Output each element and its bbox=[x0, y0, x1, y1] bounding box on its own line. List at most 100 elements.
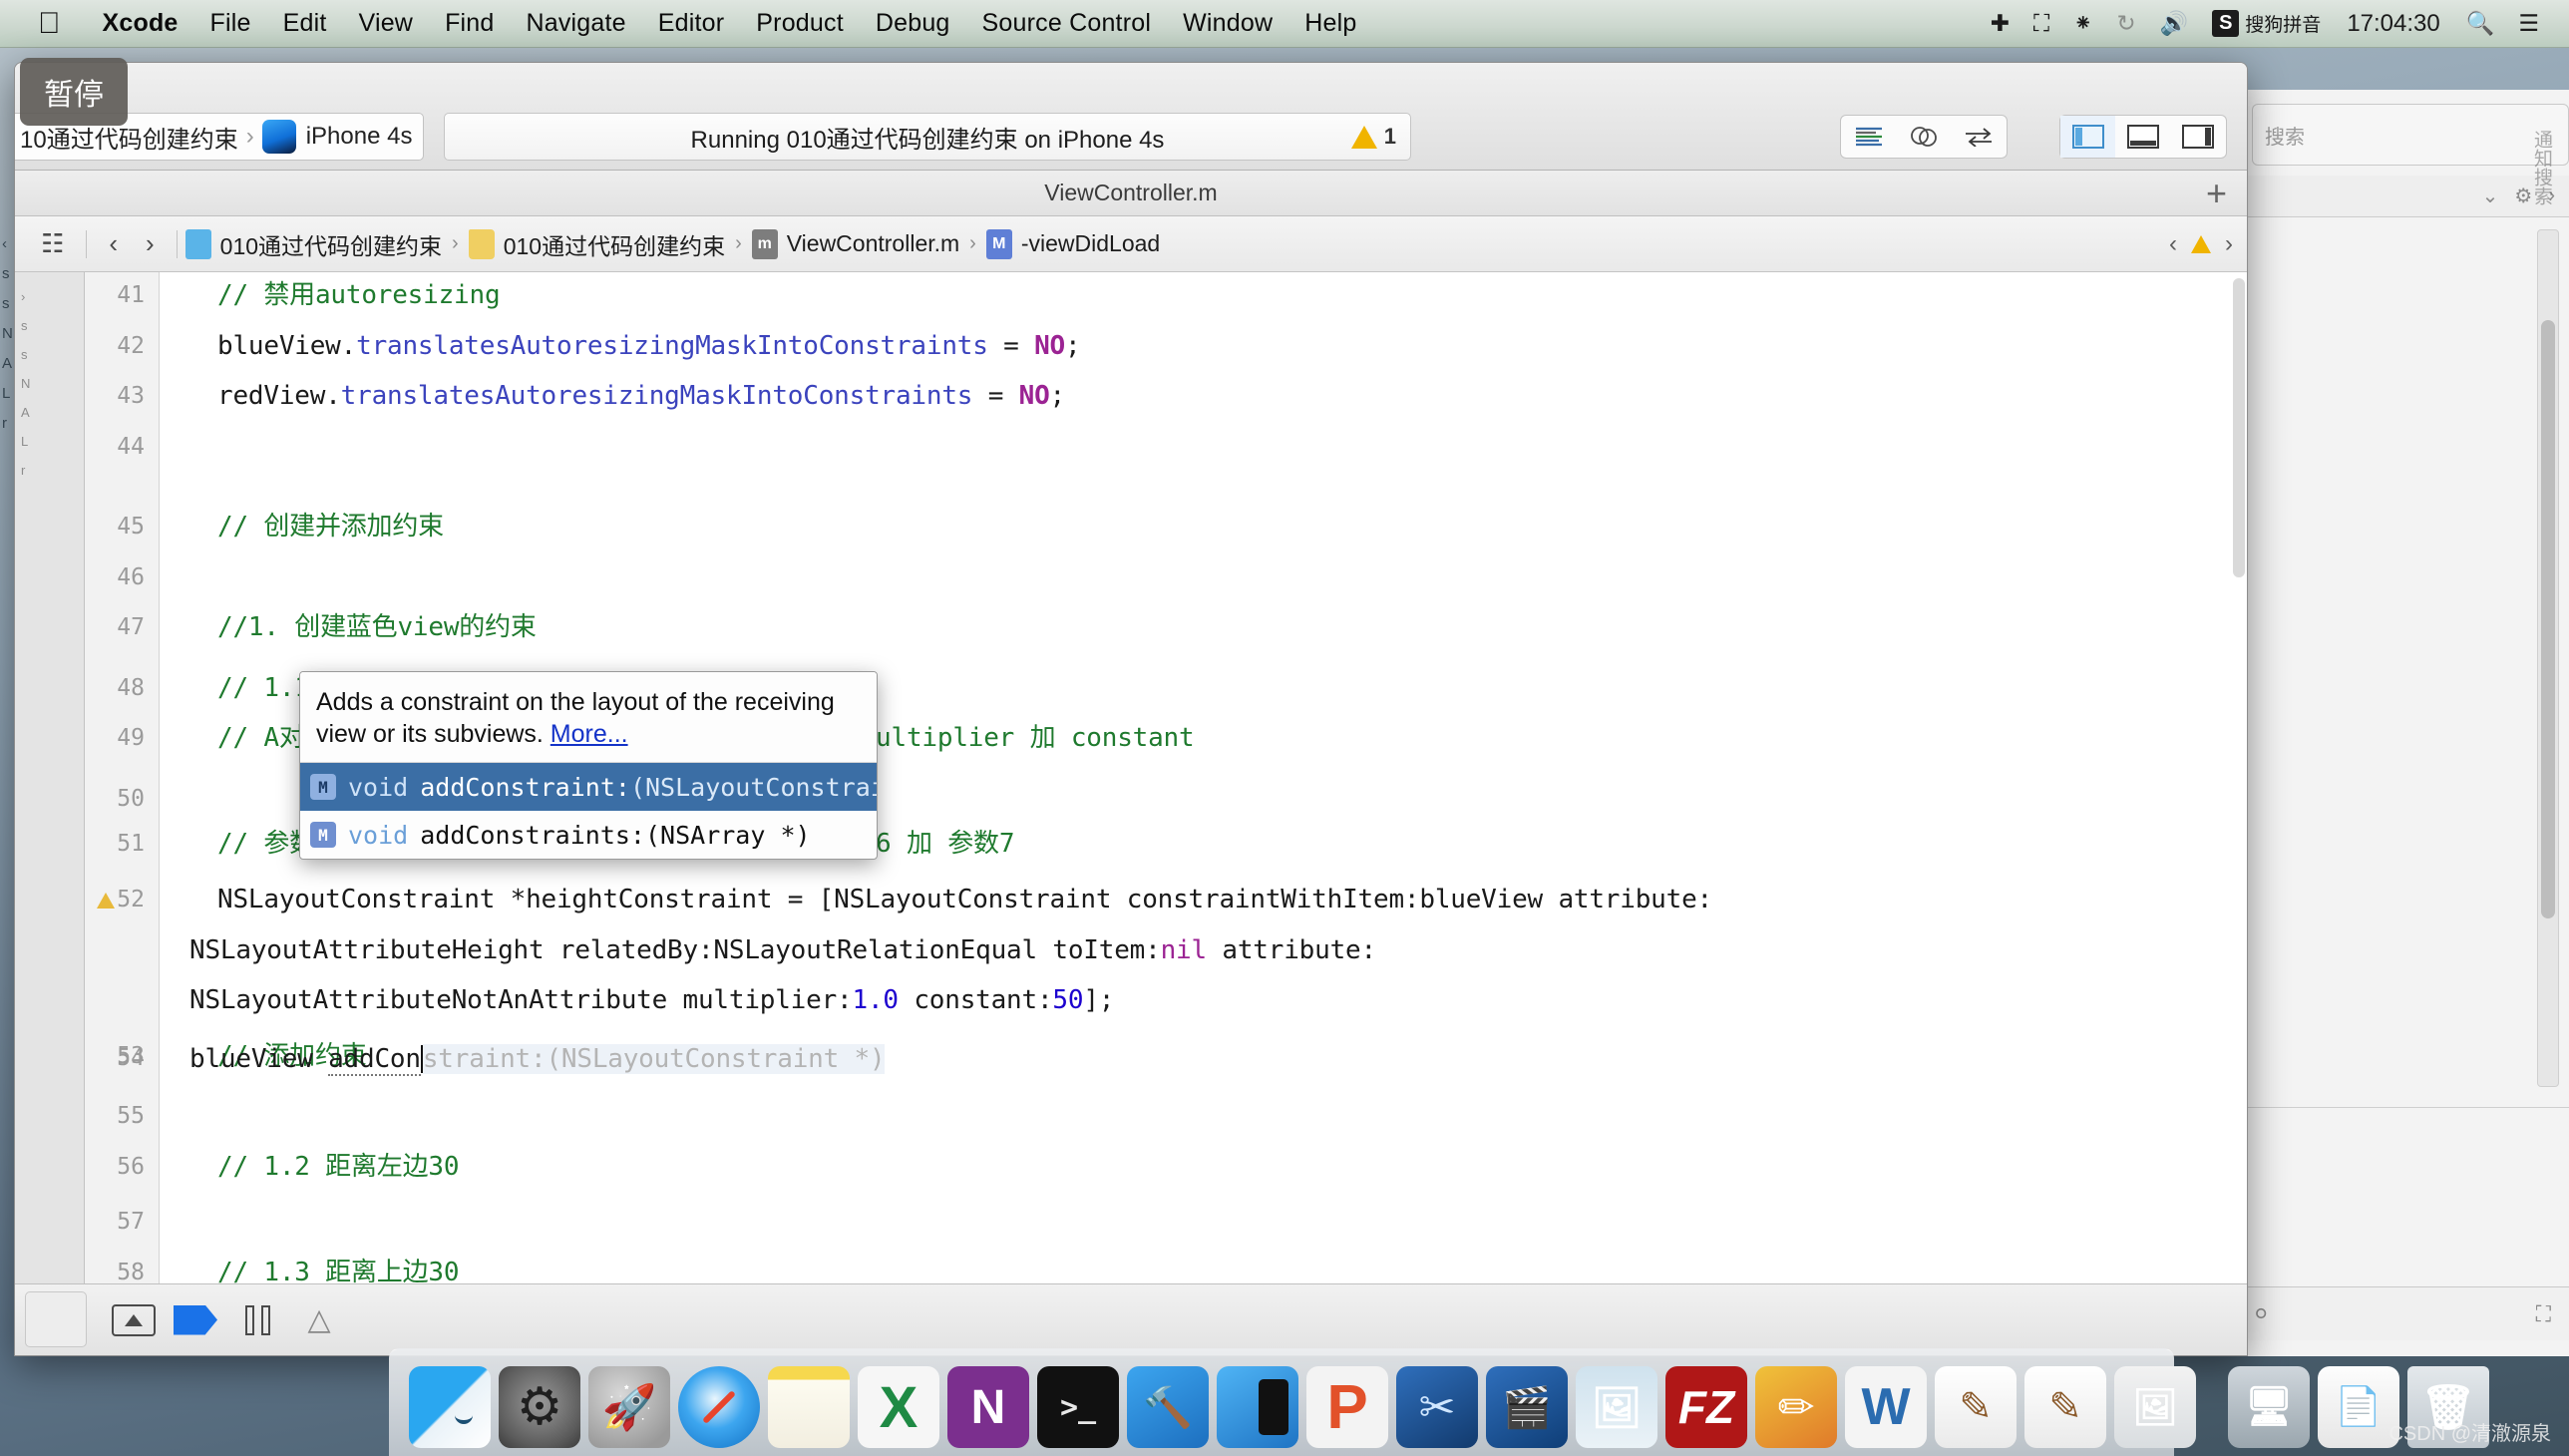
dock-notes[interactable] bbox=[768, 1366, 850, 1448]
code-line[interactable]: NSLayoutAttributeNotAnAttribute multipli… bbox=[189, 987, 1114, 1013]
toggle-utilities-button[interactable] bbox=[2171, 116, 2226, 158]
dock-snipping[interactable] bbox=[1396, 1366, 1478, 1448]
autocomplete-row-1[interactable]: M void addConstraints: (NSArray *) bbox=[300, 811, 877, 859]
breadcrumb-item-project[interactable]: 010通过代码创建约束 › bbox=[184, 227, 469, 261]
assistant-editor-button[interactable] bbox=[1896, 116, 1951, 158]
chevron-down-icon[interactable]: ⌄ bbox=[2482, 183, 2499, 208]
dock-launchpad[interactable] bbox=[588, 1366, 670, 1448]
code-line[interactable]: // 1.3 距离上边30 bbox=[217, 1260, 459, 1283]
background-window-searchbar[interactable]: 搜索 bbox=[2252, 104, 2569, 166]
menu-item-file[interactable]: File bbox=[194, 9, 267, 38]
menu-item-product[interactable]: Product bbox=[740, 9, 860, 38]
airplay-icon[interactable]: ⁕ bbox=[2061, 10, 2104, 37]
step-continue-button[interactable] bbox=[165, 1296, 226, 1344]
dock-filezilla[interactable]: FZ bbox=[1665, 1366, 1747, 1448]
volume-icon[interactable]: 🔊 bbox=[2148, 10, 2201, 37]
code-line[interactable]: // 1.2 距离左边30 bbox=[217, 1154, 459, 1180]
notification-center-icon[interactable]: ☰ bbox=[2506, 10, 2569, 37]
apple-icon[interactable]:  bbox=[38, 8, 61, 39]
scrollbar-thumb[interactable] bbox=[2541, 320, 2555, 918]
toggle-navigator-button[interactable] bbox=[2060, 116, 2116, 158]
code-line[interactable]: //1. 创建蓝色view的约束 bbox=[217, 614, 537, 640]
toggle-debug-area-button[interactable] bbox=[2115, 116, 2170, 158]
breadcrumb-item-method[interactable]: M -viewDidLoad bbox=[985, 228, 1160, 259]
autocomplete-popup[interactable]: Adds a constraint on the layout of the r… bbox=[299, 671, 878, 860]
code-line[interactable]: // 创建并添加约束 bbox=[217, 514, 444, 540]
gutter-warning-icon[interactable] bbox=[97, 893, 115, 909]
pause-button[interactable] bbox=[226, 1296, 288, 1344]
related-items-icon[interactable]: ☷ bbox=[27, 228, 78, 259]
menu-item-help[interactable]: Help bbox=[1288, 9, 1372, 38]
menu-item-view[interactable]: View bbox=[343, 9, 430, 38]
dock-pages-1[interactable] bbox=[1935, 1366, 2017, 1448]
menu-item-find[interactable]: Find bbox=[429, 9, 510, 38]
navigate-forward-button[interactable]: › bbox=[132, 228, 169, 259]
dock-icon-glyph: X bbox=[879, 1374, 918, 1440]
expand-icon[interactable]: ⛶ bbox=[2536, 1301, 2551, 1327]
menu-item-xcode[interactable]: Xcode bbox=[87, 9, 194, 38]
background-window-scrollbar[interactable] bbox=[2537, 229, 2559, 1087]
dock-system-preferences[interactable] bbox=[499, 1366, 580, 1448]
version-editor-button[interactable] bbox=[1952, 116, 2007, 158]
dock-safari[interactable] bbox=[678, 1366, 760, 1448]
code-line[interactable]: NSLayoutAttributeHeight relatedBy:NSLayo… bbox=[189, 937, 1376, 963]
dock-terminal[interactable] bbox=[1037, 1366, 1119, 1448]
menu-item-edit[interactable]: Edit bbox=[267, 9, 343, 38]
navigate-back-button[interactable]: ‹ bbox=[95, 228, 132, 259]
code-token: // 1.2 距离左边30 bbox=[217, 1151, 460, 1182]
code-line[interactable]: // 禁用autoresizing bbox=[217, 282, 501, 308]
dock-finder[interactable] bbox=[409, 1366, 491, 1448]
dock-screen-sharing[interactable] bbox=[2228, 1366, 2310, 1448]
autocomplete-more-link[interactable]: More... bbox=[550, 720, 628, 748]
dock-excel[interactable]: X bbox=[858, 1366, 939, 1448]
dock-word[interactable]: W bbox=[1845, 1366, 1927, 1448]
search-icon[interactable]: 🔍 bbox=[2454, 10, 2507, 37]
editor-scrollbar[interactable] bbox=[2233, 278, 2245, 577]
dock-onenote[interactable]: N bbox=[947, 1366, 1029, 1448]
display-record-icon[interactable]: ⛶ bbox=[2021, 10, 2061, 37]
bluetooth-icon[interactable]: ✚ bbox=[1979, 10, 2021, 37]
breadcrumb-item-file[interactable]: m ViewController.m › bbox=[751, 228, 986, 259]
autocomplete-row-0[interactable]: M void addConstraint: (NSLayoutConstrain… bbox=[300, 763, 877, 811]
dock-graphics-app[interactable] bbox=[1755, 1366, 1837, 1448]
zoom-out-icon[interactable]: ⚪ bbox=[2252, 1301, 2270, 1327]
view-toggle-group[interactable] bbox=[2059, 115, 2227, 159]
input-method-indicator[interactable]: S 搜狗拼音 bbox=[2200, 10, 2333, 37]
code-line[interactable]: redView.translatesAutoresizingMaskIntoCo… bbox=[217, 383, 1065, 409]
code-line[interactable]: blueView.translatesAutoresizingMaskIntoC… bbox=[217, 333, 1081, 359]
add-tab-button[interactable]: + bbox=[2206, 175, 2227, 211]
active-code-line[interactable]: blueView addConstraint:(NSLayoutConstrai… bbox=[189, 1044, 886, 1077]
menu-item-editor[interactable]: Editor bbox=[642, 9, 741, 38]
debug-area-left-box[interactable] bbox=[25, 1291, 87, 1347]
dock-preview[interactable] bbox=[1576, 1366, 1657, 1448]
dock[interactable]: XN P FZ W bbox=[389, 1348, 2489, 1456]
dock-documents-stack[interactable] bbox=[2318, 1366, 2399, 1448]
dock-image-capture[interactable] bbox=[2114, 1366, 2196, 1448]
warning-icon[interactable] bbox=[2191, 234, 2211, 253]
menu-bar[interactable]:  Xcode File Edit View Find Navigate Edi… bbox=[0, 0, 2569, 48]
breadcrumb-item-folder[interactable]: 010通过代码创建约束 › bbox=[468, 227, 752, 261]
dock-pp-assistant[interactable]: P bbox=[1306, 1366, 1388, 1448]
menu-bar-clock[interactable]: 17:04:30 bbox=[2333, 10, 2453, 38]
menu-item-window[interactable]: Window bbox=[1167, 9, 1288, 38]
code-line[interactable]: NSLayoutConstraint *heightConstraint = [… bbox=[217, 887, 1712, 912]
menu-item-navigate[interactable]: Navigate bbox=[511, 9, 642, 38]
step-over-button[interactable]: △ bbox=[288, 1296, 350, 1344]
next-issue-button[interactable]: › bbox=[2225, 230, 2233, 258]
previous-issue-button[interactable]: ‹ bbox=[2169, 230, 2177, 258]
menu-item-debug[interactable]: Debug bbox=[860, 9, 966, 38]
dock-video-player[interactable] bbox=[1486, 1366, 1568, 1448]
navigator-strip[interactable]: › s s N A L r bbox=[15, 272, 85, 1355]
panel-icon bbox=[112, 1303, 156, 1336]
hide-debug-area-button[interactable] bbox=[103, 1296, 165, 1344]
menu-item-source-control[interactable]: Source Control bbox=[966, 9, 1168, 38]
standard-editor-button[interactable] bbox=[1841, 116, 1896, 158]
autocomplete-name: addConstraints: bbox=[420, 820, 645, 850]
dock-simulator[interactable] bbox=[1217, 1366, 1298, 1448]
status-warning-badge[interactable]: 1 bbox=[1350, 124, 1396, 150]
dock-pages-2[interactable] bbox=[2024, 1366, 2106, 1448]
editor-mode-group[interactable] bbox=[1840, 115, 2008, 159]
time-machine-icon[interactable]: ↻ bbox=[2104, 10, 2147, 37]
code-editor[interactable]: 4142434445464748495051525355565758596061… bbox=[85, 272, 2247, 1283]
dock-xcode[interactable] bbox=[1127, 1366, 1209, 1448]
